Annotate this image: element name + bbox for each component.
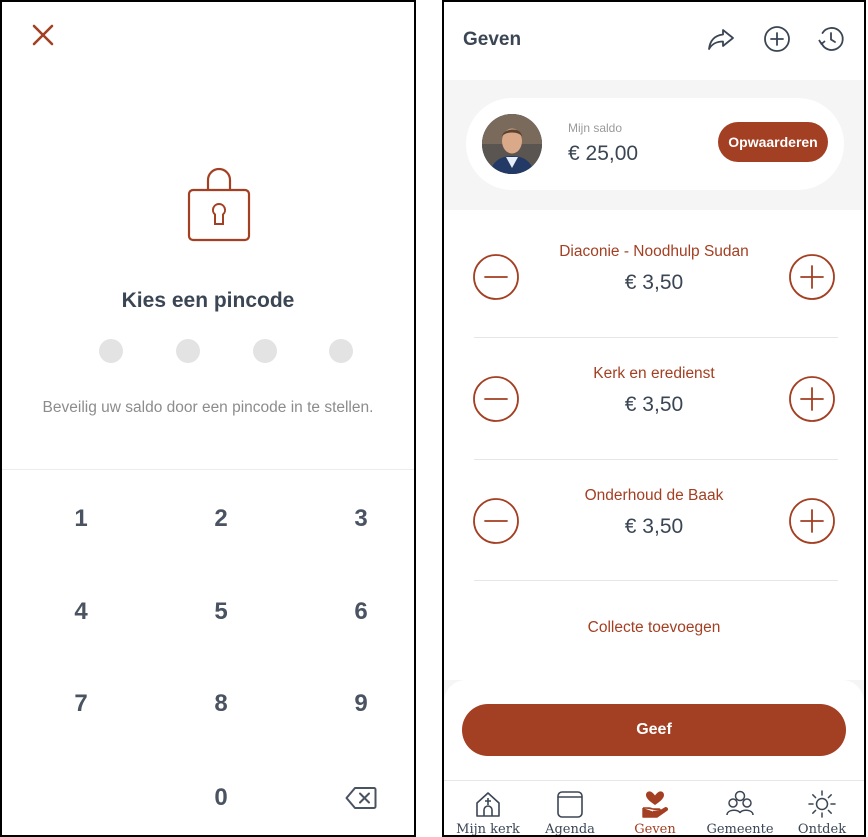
- give-button[interactable]: Geef: [462, 704, 846, 756]
- sun-icon: [808, 790, 836, 818]
- pin-dot: [329, 339, 353, 363]
- divider: [474, 459, 838, 460]
- key-7[interactable]: 7: [26, 674, 136, 734]
- nav-item-ontdek[interactable]: Ontdek: [780, 789, 864, 837]
- pin-dot: [253, 339, 277, 363]
- top-bar: Geven: [444, 2, 864, 80]
- key-1[interactable]: 1: [26, 489, 136, 549]
- add-collection-link[interactable]: Collecte toevoegen: [444, 619, 864, 637]
- key-8[interactable]: 8: [166, 674, 276, 734]
- avatar-photo: [482, 114, 542, 174]
- church-home-icon: [476, 792, 500, 817]
- divider: [474, 580, 838, 581]
- key-6[interactable]: 6: [306, 582, 414, 642]
- community-icon: [726, 790, 754, 816]
- pin-hint: Beveilig uw saldo door een pincode in te…: [42, 399, 374, 416]
- nav-label: Geven: [634, 822, 676, 837]
- key-5[interactable]: 5: [166, 582, 276, 642]
- nav-item-mijn-kerk[interactable]: Mijn kerk: [446, 789, 530, 837]
- key-9[interactable]: 9: [306, 674, 414, 734]
- pin-dots: [99, 339, 359, 363]
- nav-label: Agenda: [545, 822, 595, 837]
- share-icon[interactable]: [706, 24, 736, 54]
- balance-card: Mijn saldo € 25,00 Opwaarderen: [466, 98, 844, 190]
- pin-dot: [99, 339, 123, 363]
- key-4[interactable]: 4: [26, 582, 136, 642]
- key-3[interactable]: 3: [306, 489, 414, 549]
- nav-item-gemeente[interactable]: Gemeente: [698, 789, 782, 837]
- pin-setup-screen: Kies een pincode Beveilig uw saldo door …: [0, 0, 416, 837]
- list-item: Kerk en eredienst € 3,50: [444, 354, 864, 474]
- pin-dot: [176, 339, 200, 363]
- nav-item-agenda[interactable]: Agenda: [528, 789, 612, 837]
- add-circle-icon[interactable]: [762, 24, 792, 54]
- calendar-icon: [557, 791, 583, 818]
- divider: [2, 469, 414, 470]
- history-icon[interactable]: [816, 24, 846, 54]
- nav-label: Mijn kerk: [456, 822, 520, 837]
- pin-title: Kies een pincode: [121, 289, 295, 312]
- backspace-icon[interactable]: [345, 786, 377, 810]
- plus-circle-icon[interactable]: [788, 497, 836, 545]
- nav-item-geven[interactable]: Geven: [613, 789, 697, 837]
- topup-button[interactable]: Opwaarderen: [718, 122, 828, 162]
- list-item: Diaconie - Noodhulp Sudan € 3,50: [444, 232, 864, 352]
- lock-icon: [187, 167, 251, 242]
- minus-circle-icon[interactable]: [472, 253, 520, 301]
- bottom-nav: Mijn kerk Agenda Geven Gemeente Ontdek: [444, 780, 864, 837]
- giving-hand-heart-icon: [642, 791, 669, 818]
- balance-label: Mijn saldo: [568, 121, 623, 135]
- balance-value: € 25,00: [568, 142, 639, 165]
- give-screen: Geven Mijn saldo € 25,00 Opwaarderen Dia…: [442, 0, 866, 837]
- key-0[interactable]: 0: [166, 768, 276, 828]
- plus-circle-icon[interactable]: [788, 375, 836, 423]
- divider: [474, 337, 838, 338]
- minus-circle-icon[interactable]: [472, 375, 520, 423]
- nav-label: Ontdek: [797, 822, 847, 837]
- page-title: Geven: [463, 29, 522, 50]
- minus-circle-icon[interactable]: [472, 497, 520, 545]
- list-item: Onderhoud de Baak € 3,50: [444, 476, 864, 596]
- give-sheet: Geef: [444, 680, 864, 785]
- plus-circle-icon[interactable]: [788, 253, 836, 301]
- key-2[interactable]: 2: [166, 489, 276, 549]
- nav-label: Gemeente: [706, 822, 774, 837]
- avatar[interactable]: [482, 114, 542, 174]
- close-icon[interactable]: [30, 22, 56, 48]
